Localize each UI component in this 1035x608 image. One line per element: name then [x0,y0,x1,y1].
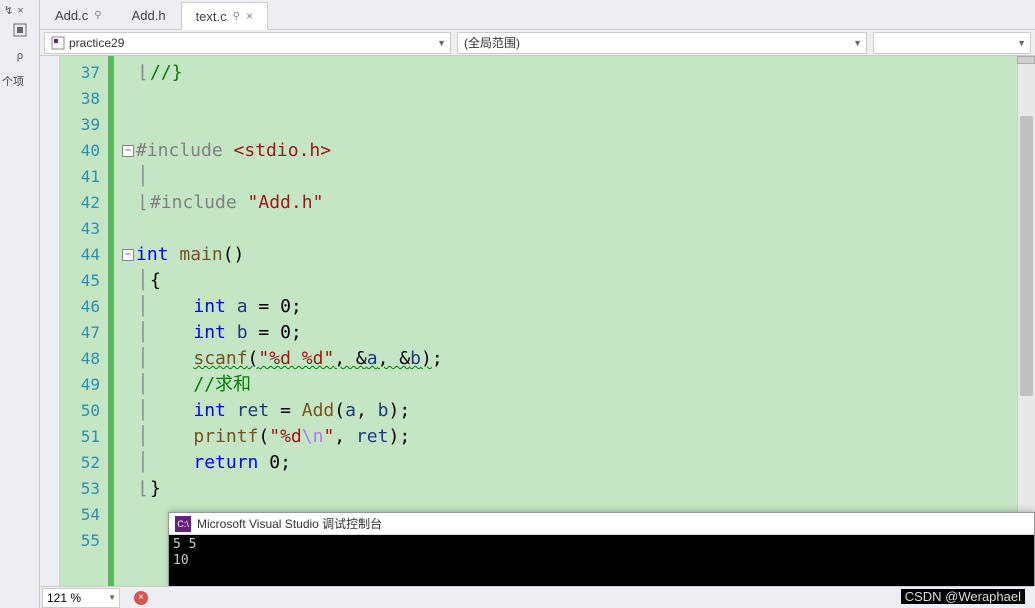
left-sidebar: ↯ × ρ 个项 [0,0,40,608]
tool-icon[interactable] [0,17,40,43]
console-line: 10 [173,553,1030,569]
scope-label: practice29 [69,36,124,50]
line-number-gutter: 37383940414243444546474849505152535455 [60,56,108,608]
code-line[interactable] [114,112,1035,138]
line-number: 38 [60,86,100,112]
tab-text-c[interactable]: text.c ⚲ × [181,2,268,30]
line-number: 41 [60,164,100,190]
code-line[interactable]: │ printf("%d\n", ret); [114,424,1035,450]
chevron-down-icon: ▼ [437,38,446,48]
function-dropdown[interactable]: (全局范围) ▼ [457,32,867,54]
line-number: 50 [60,398,100,424]
split-handle[interactable] [1017,56,1035,64]
code-line[interactable] [114,86,1035,112]
pin-icon[interactable]: ⚲ [94,10,101,21]
scope-dropdown[interactable]: practice29 ▼ [44,32,451,54]
tab-label: Add.c [55,8,88,23]
tab-bar: Add.c ⚲ Add.h text.c ⚲ × [40,0,1035,30]
console-titlebar[interactable]: C:\ Microsoft Visual Studio 调试控制台 [169,513,1034,535]
line-number: 49 [60,372,100,398]
status-bar: 121 % ▼ × [40,586,1035,608]
line-number: 46 [60,294,100,320]
pin-icon[interactable]: ⚲ [233,11,240,22]
line-number: 51 [60,424,100,450]
code-line[interactable]: ⌊#include "Add.h" [114,190,1035,216]
tab-label: text.c [196,9,227,24]
code-line[interactable]: │ int a = 0; [114,294,1035,320]
fold-icon[interactable]: − [122,145,134,157]
line-number: 52 [60,450,100,476]
line-number: 53 [60,476,100,502]
vertical-scrollbar[interactable] [1017,56,1035,578]
code-line[interactable]: │ scanf("%d %d", &a, &b); [114,346,1035,372]
tab-Add-h[interactable]: Add.h [117,1,181,29]
close-icon[interactable]: × [246,9,253,23]
toolbar: practice29 ▼ (全局范围) ▼ ▼ [40,30,1035,56]
chevron-down-icon: ▼ [108,593,116,602]
line-number: 48 [60,346,100,372]
chevron-down-icon: ▼ [1017,38,1026,48]
line-number: 42 [60,190,100,216]
tab-label: Add.h [132,8,166,23]
zoom-value: 121 % [47,591,81,605]
project-icon [51,36,65,50]
code-line[interactable]: │ //求和 [114,372,1035,398]
code-line[interactable]: ⌊} [114,476,1035,502]
line-number: 45 [60,268,100,294]
line-number: 54 [60,502,100,528]
search-icon[interactable]: ρ [0,43,40,69]
debug-console: C:\ Microsoft Visual Studio 调试控制台 5 510 [168,512,1035,588]
code-line[interactable]: −#include <stdio.h> [114,138,1035,164]
scrollbar-thumb[interactable] [1020,116,1033,396]
code-line[interactable]: │ [114,164,1035,190]
code-line[interactable]: │ int b = 0; [114,320,1035,346]
error-icon[interactable]: × [134,591,148,605]
code-line[interactable]: │ int ret = Add(a, b); [114,398,1035,424]
zoom-dropdown[interactable]: 121 % ▼ [42,588,120,608]
line-number: 55 [60,528,100,554]
breakpoint-margin[interactable] [40,56,60,608]
console-icon: C:\ [175,516,191,532]
sidebar-item-label: 个项 [0,69,39,93]
function-label: (全局范围) [464,34,520,51]
code-line[interactable]: ⌊//} [114,60,1035,86]
member-dropdown[interactable]: ▼ [873,32,1031,54]
line-number: 39 [60,112,100,138]
code-line[interactable]: │{ [114,268,1035,294]
code-line[interactable]: −int main() [114,242,1035,268]
sidebar-toggle[interactable]: ↯ × [0,4,39,17]
console-line: 5 5 [173,537,1030,553]
watermark: CSDN @Weraphael [901,589,1025,604]
console-title-text: Microsoft Visual Studio 调试控制台 [197,515,382,532]
close-icon[interactable]: × [17,5,23,17]
console-output[interactable]: 5 510 [169,535,1034,588]
line-number: 47 [60,320,100,346]
fold-icon[interactable]: − [122,249,134,261]
code-line[interactable]: │ return 0; [114,450,1035,476]
chevron-down-icon: ▼ [853,38,862,48]
line-number: 37 [60,60,100,86]
line-number: 43 [60,216,100,242]
line-number: 44 [60,242,100,268]
tab-Add-c[interactable]: Add.c ⚲ [40,1,117,29]
line-number: 40 [60,138,100,164]
code-line[interactable] [114,216,1035,242]
pin-icon: ↯ [4,4,13,17]
